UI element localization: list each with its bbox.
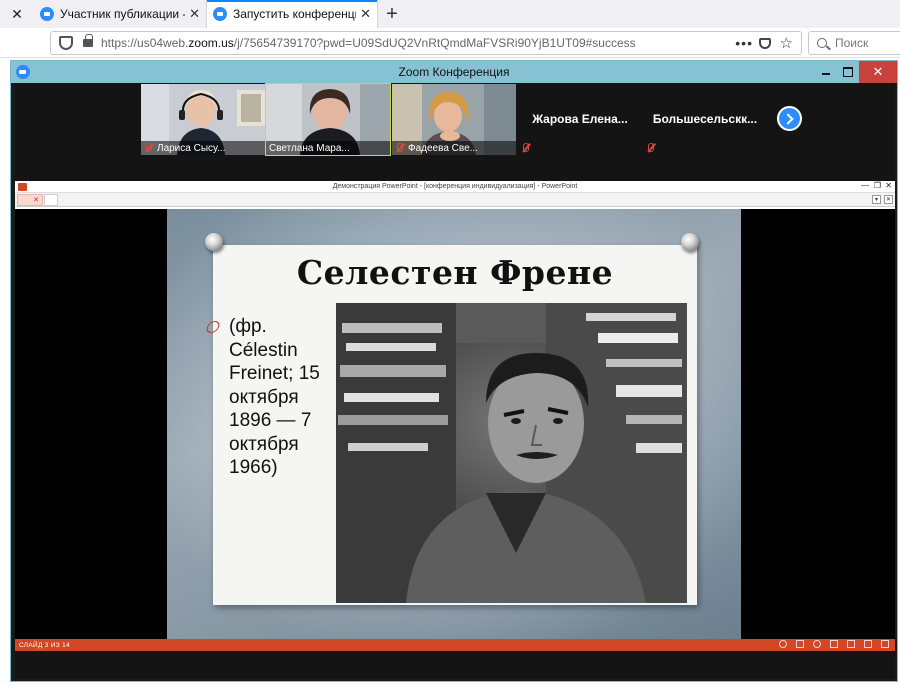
shared-screen-powerpoint: Демонстрация PowerPoint - [конференция и…	[15, 181, 895, 679]
browser-tab-bar: ✕ Участник публикации - Zoom ✕ Запустить…	[0, 0, 900, 28]
mic-muted-icon	[646, 143, 655, 153]
slide-sorter-icon[interactable]	[847, 640, 855, 648]
participant-tile-no-video[interactable]: Большесельскк...	[643, 84, 767, 155]
new-tab-button[interactable]: +	[378, 0, 406, 28]
close-icon[interactable]: ✕	[885, 181, 892, 190]
shared-screen-bottom	[15, 651, 895, 679]
zoom-app-icon	[16, 65, 30, 79]
mic-muted-icon	[521, 143, 530, 153]
mic-muted-icon	[144, 143, 153, 153]
presentation-tab[interactable]: ✕	[17, 194, 43, 206]
url-text[interactable]: https://us04web.zoom.us/j/75654739170?pw…	[101, 36, 636, 50]
zoom-favicon-icon	[213, 7, 227, 21]
close-icon[interactable]: ✕	[0, 0, 34, 28]
portrait-photo	[336, 303, 687, 603]
minimize-icon[interactable]: —	[861, 181, 869, 190]
mic-muted-icon	[395, 143, 404, 153]
participant-name: Фадеева Све...	[408, 142, 478, 154]
lock-icon[interactable]	[83, 34, 93, 47]
menu-icon[interactable]	[796, 640, 804, 648]
search-placeholder: Поиск	[835, 36, 869, 50]
slide-title: Селестен Френе	[296, 253, 614, 292]
participant-video-tile[interactable]: Фадеева Све...	[392, 84, 516, 155]
slideshow-area: Селестен Френе (фр. Célestin Freinet; 15…	[15, 209, 895, 639]
tab-participant-publication[interactable]: Участник публикации - Zoom ✕	[34, 0, 206, 28]
close-tab-icon[interactable]: ✕	[360, 6, 371, 22]
zoom-window: Zoom Конференция ✕ Лариса Сысу... Светла…	[10, 60, 898, 682]
search-input[interactable]: Поиск	[808, 31, 900, 55]
zoom-titlebar[interactable]: Zoom Конференция ✕	[11, 61, 897, 83]
shield-icon[interactable]	[59, 36, 73, 50]
pointer-icon[interactable]	[813, 640, 821, 648]
participant-name-label: Светлана Мара...	[266, 141, 390, 155]
participant-name: Жарова Елена...	[532, 112, 628, 126]
powerpoint-titlebar: Демонстрация PowerPoint - [конференция и…	[15, 181, 895, 193]
next-participants-button[interactable]	[777, 106, 802, 131]
powerpoint-icon	[18, 183, 27, 191]
participant-tile-no-video[interactable]: Жарова Елена...	[518, 84, 642, 155]
previous-slide-icon[interactable]	[779, 640, 787, 648]
minimize-icon[interactable]	[815, 61, 837, 83]
url-domain: zoom.us	[188, 36, 234, 50]
url-prefix: https://us04web.	[101, 36, 189, 50]
participant-name: Светлана Мара...	[269, 142, 350, 154]
slide-paper: Селестен Френе (фр. Célestin Freinet; 15…	[204, 245, 697, 605]
tab-title: Участник публикации - Zoom	[60, 7, 185, 21]
pushpin-icon	[205, 233, 223, 251]
url-path: /j/75654739170?pwd=U09SdUQ2VnRtQmdMaFVSR…	[233, 36, 636, 50]
navigation-bar: https://us04web.zoom.us/j/75654739170?pw…	[0, 28, 900, 58]
powerpoint-tabs: ✕ ▾ ✕	[15, 193, 895, 207]
participant-name-label: Фадеева Све...	[392, 141, 516, 155]
close-tab-icon[interactable]: ✕	[189, 6, 200, 22]
participant-name-label: Лариса Сысу...	[141, 141, 265, 155]
restore-icon[interactable]: ❐	[874, 181, 881, 190]
participant-video-tile-active[interactable]: Светлана Мара...	[265, 83, 391, 156]
zoom-window-title: Zoom Конференция	[398, 65, 510, 79]
status-icons	[779, 640, 889, 648]
close-icon[interactable]: ✕	[884, 195, 893, 204]
portrait-image	[336, 303, 687, 603]
page-actions-icon[interactable]: •••	[735, 35, 753, 51]
pushpin-icon	[681, 233, 699, 251]
participant-name: Большесельскк...	[652, 112, 758, 126]
participant-name-label	[643, 141, 767, 155]
normal-view-icon[interactable]	[830, 640, 838, 648]
powerpoint-window-title: Демонстрация PowerPoint - [конференция и…	[332, 183, 578, 190]
slide: Селестен Френе (фр. Célestin Freinet; 15…	[167, 209, 741, 639]
zoom-favicon-icon	[40, 7, 54, 21]
slideshow-icon[interactable]	[881, 640, 889, 648]
bullet-icon	[204, 321, 222, 333]
screen: ✕ Участник публикации - Zoom ✕ Запустить…	[0, 0, 900, 688]
blank-tab[interactable]	[44, 194, 58, 206]
slide-counter: СЛАЙД 3 ИЗ 14	[19, 641, 70, 649]
participant-strip: Лариса Сысу... Светлана Мара... Фадеева …	[15, 83, 895, 181]
pocket-icon[interactable]	[759, 38, 771, 49]
powerpoint-status-bar: СЛАЙД 3 ИЗ 14	[15, 639, 895, 651]
tab-title: Запустить конференцию - Zoom	[233, 7, 356, 21]
participant-name: Лариса Сысу...	[157, 142, 226, 154]
url-bar[interactable]: https://us04web.zoom.us/j/75654739170?pw…	[50, 31, 802, 55]
search-icon	[817, 38, 827, 48]
maximize-icon[interactable]	[837, 61, 859, 83]
reading-view-icon[interactable]	[864, 640, 872, 648]
participant-video-tile[interactable]: Лариса Сысу...	[141, 84, 265, 155]
slide-bullet-text: (фр. Célestin Freinet; 15 октября 1896 —…	[229, 316, 320, 478]
dropdown-icon[interactable]: ▾	[872, 195, 881, 204]
tab-start-conference[interactable]: Запустить конференцию - Zoom ✕	[206, 0, 378, 28]
bookmark-star-icon[interactable]: ☆	[780, 34, 793, 52]
close-window-button[interactable]: ✕	[859, 61, 897, 83]
participant-name-label	[518, 141, 642, 155]
